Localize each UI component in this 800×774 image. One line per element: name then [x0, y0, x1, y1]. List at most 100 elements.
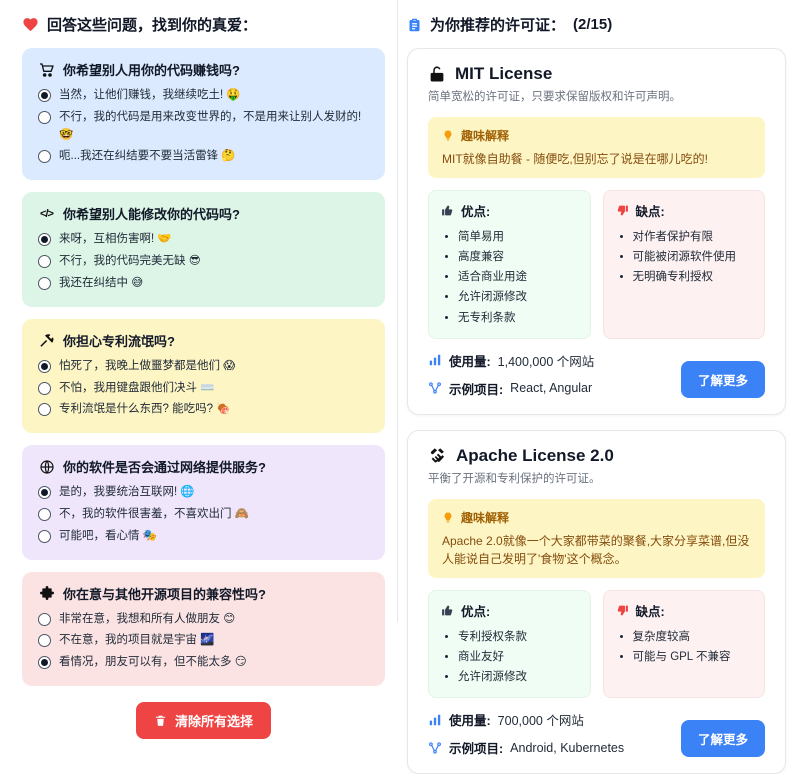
radio-button[interactable]: [38, 382, 51, 395]
pros-item: 适合商业用途: [458, 267, 578, 287]
radio-option[interactable]: 非常在意，我想和所有人做朋友 😊: [38, 611, 369, 629]
fun-fact-text: MIT就像自助餐 - 随便吃,但别忘了说是在哪儿吃的!: [442, 150, 751, 168]
question-title: 你希望别人能修改你的代码吗?: [63, 204, 240, 223]
learn-more-button[interactable]: 了解更多: [681, 361, 765, 398]
fun-fact-box: 趣味解释 Apache 2.0就像一个大家都带菜的聚餐,大家分享菜谱,但没人能说…: [428, 499, 765, 578]
app: 回答这些问题，找到你的真爱： 你希望别人用你的代码赚钱吗? 当然，让他们赚钱，我…: [0, 0, 800, 622]
question-title: 你在意与其他开源项目的兼容性吗?: [63, 584, 266, 603]
questions-title: 回答这些问题，找到你的真爱：: [47, 14, 257, 35]
pros-box: 优点: 简单易用 高度兼容 适合商业用途 允许闭源修改 无专利条款: [428, 190, 591, 339]
license-description: 平衡了开源和专利保护的许可证。: [428, 470, 765, 486]
radio-option[interactable]: 来呀，互相伤害啊! 🤝: [38, 231, 369, 249]
radio-option[interactable]: 不行，我的代码是用来改变世界的，不是用来让别人发财的! 🤓: [38, 109, 369, 145]
radio-option[interactable]: 怕死了，我晚上做噩梦都是他们 😱: [38, 358, 369, 376]
question-title: 你担心专利流氓吗?: [63, 331, 175, 350]
radio-option[interactable]: 看情况，朋友可以有，但不能太多 😏: [38, 654, 369, 672]
thumbs-up-icon: [441, 604, 454, 617]
radio-button[interactable]: [38, 508, 51, 521]
trash-icon: [154, 714, 167, 727]
cons-title: 缺点:: [636, 601, 665, 620]
option-label: 可能吧，看心情 🎭: [59, 528, 157, 546]
bulb-icon: [442, 511, 454, 524]
question-card-money: 你希望别人用你的代码赚钱吗? 当然，让他们赚钱，我继续吃土! 🤑 不行，我的代码…: [22, 48, 385, 180]
radio-button[interactable]: [38, 233, 51, 246]
cons-item: 对作者保护有限: [633, 227, 753, 247]
radio-option[interactable]: 呃...我还在纠结要不要当活雷锋 🤔: [38, 148, 369, 166]
questions-panel: 回答这些问题，找到你的真爱： 你希望别人用你的代码赚钱吗? 当然，让他们赚钱，我…: [0, 0, 397, 622]
pros-item: 商业友好: [458, 647, 578, 667]
cons-item: 无明确专利授权: [633, 267, 753, 287]
network-icon: [428, 381, 442, 395]
license-name: Apache License 2.0: [456, 446, 614, 466]
question-card-compatibility: 你在意与其他开源项目的兼容性吗? 非常在意，我想和所有人做朋友 😊 不在意，我的…: [22, 572, 385, 686]
radio-button[interactable]: [38, 111, 51, 124]
cons-item: 复杂度较高: [633, 627, 753, 647]
option-label: 呃...我还在纠结要不要当活雷锋 🤔: [59, 148, 236, 166]
cons-box: 缺点: 对作者保护有限 可能被闭源软件使用 无明确专利授权: [603, 190, 766, 339]
cons-item: 可能与 GPL 不兼容: [633, 647, 753, 667]
radio-option[interactable]: 不，我的软件很害羞，不喜欢出门 🙈: [38, 506, 369, 524]
radio-button[interactable]: [38, 613, 51, 626]
pros-title: 优点:: [461, 201, 490, 220]
radio-option[interactable]: 可能吧，看心情 🎭: [38, 528, 369, 546]
pros-item: 允许闭源修改: [458, 667, 578, 687]
examples-row: 示例项目: Android, Kubernetes: [428, 738, 624, 757]
usage-label: 使用量:: [449, 710, 491, 729]
question-card-modify: </> 你希望别人能修改你的代码吗? 来呀，互相伤害啊! 🤝 不行，我的代码完美…: [22, 192, 385, 306]
pros-item: 专利授权条款: [458, 627, 578, 647]
radio-option[interactable]: 我还在纠结中 😅: [38, 275, 369, 293]
recommendations-title: 为你推荐的许可证：: [430, 14, 565, 35]
option-label: 非常在意，我想和所有人做朋友 😊: [59, 611, 235, 629]
radio-option[interactable]: 当然，让他们赚钱，我继续吃土! 🤑: [38, 87, 369, 105]
radio-option[interactable]: 不行，我的代码完美无缺 😎: [38, 253, 369, 271]
code-icon: </>: [38, 208, 55, 220]
usage-row: 使用量: 700,000 个网站: [428, 710, 624, 729]
cons-title: 缺点:: [636, 201, 665, 220]
license-card-mit: MIT License 简单宽松的许可证，只要求保留版权和许可声明。 趣味解释 …: [407, 48, 786, 415]
option-label: 不在意，我的项目就是宇宙 🌌: [59, 632, 215, 650]
examples-value: React, Angular: [510, 381, 592, 395]
fun-fact-title: 趣味解释: [461, 509, 509, 526]
usage-label: 使用量:: [449, 351, 491, 370]
radio-button[interactable]: [38, 360, 51, 373]
radio-button[interactable]: [38, 150, 51, 163]
pros-title: 优点:: [461, 601, 490, 620]
question-title: 你希望别人用你的代码赚钱吗?: [63, 60, 240, 79]
hammer-icon: [38, 332, 55, 348]
examples-label: 示例项目:: [449, 738, 503, 757]
radio-button[interactable]: [38, 634, 51, 647]
lock-open-icon: [428, 65, 446, 83]
pros-item: 简单易用: [458, 227, 578, 247]
pros-item: 高度兼容: [458, 247, 578, 267]
network-icon: [428, 741, 442, 755]
usage-value: 700,000 个网站: [498, 710, 584, 729]
bulb-icon: [442, 129, 454, 142]
radio-button[interactable]: [38, 277, 51, 290]
radio-button[interactable]: [38, 530, 51, 543]
radio-option[interactable]: 不在意，我的项目就是宇宙 🌌: [38, 632, 369, 650]
radio-option[interactable]: 是的，我要统治互联网! 🌐: [38, 484, 369, 502]
cons-box: 缺点: 复杂度较高 可能与 GPL 不兼容: [603, 590, 766, 698]
pros-item: 无专利条款: [458, 308, 578, 328]
cart-icon: [38, 62, 55, 78]
option-label: 来呀，互相伤害啊! 🤝: [59, 231, 172, 249]
radio-button[interactable]: [38, 403, 51, 416]
option-label: 看情况，朋友可以有，但不能太多 😏: [59, 654, 247, 672]
question-card-network: 你的软件是否会通过网络提供服务? 是的，我要统治互联网! 🌐 不，我的软件很害羞…: [22, 445, 385, 559]
radio-button[interactable]: [38, 656, 51, 669]
clear-all-button[interactable]: 清除所有选择: [136, 702, 271, 739]
thumbs-down-icon: [616, 204, 629, 217]
clipboard-icon: [407, 17, 422, 33]
radio-button[interactable]: [38, 89, 51, 102]
radio-button[interactable]: [38, 255, 51, 268]
question-card-patent: 你担心专利流氓吗? 怕死了，我晚上做噩梦都是他们 😱 不怕，我用键盘跟他们决斗 …: [22, 319, 385, 433]
heart-icon: [22, 16, 39, 33]
learn-more-button[interactable]: 了解更多: [681, 720, 765, 757]
radio-option[interactable]: 专利流氓是什么东西? 能吃吗? 🍖: [38, 401, 369, 419]
bar-chart-icon: [428, 713, 442, 727]
option-label: 我还在纠结中 😅: [59, 275, 143, 293]
radio-option[interactable]: 不怕，我用键盘跟他们决斗 ⌨️: [38, 380, 369, 398]
pros-box: 优点: 专利授权条款 商业友好 允许闭源修改: [428, 590, 591, 698]
radio-button[interactable]: [38, 486, 51, 499]
fun-fact-box: 趣味解释 MIT就像自助餐 - 随便吃,但别忘了说是在哪儿吃的!: [428, 117, 765, 178]
